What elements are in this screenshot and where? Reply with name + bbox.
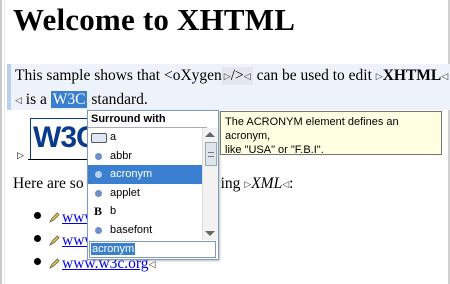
popup-title: Surround with [88, 111, 207, 128]
paragraph-line-2[interactable]: ◁ is a W3C standard. [15, 91, 148, 109]
element-dot-icon [95, 152, 102, 160]
popup-filter-input[interactable]: acronym [89, 241, 216, 258]
tag-start-icon: ▷ [223, 71, 231, 81]
empty-tag-marker[interactable]: ▷/>◁ [221, 67, 253, 85]
popup-item-a[interactable]: a [88, 128, 203, 147]
paragraph-text[interactable]: is a [26, 91, 47, 108]
link-pen-icon [49, 235, 60, 246]
scroll-up-icon[interactable] [205, 132, 215, 137]
popup-item-abbr[interactable]: abbr [88, 147, 203, 166]
popup-element-list[interactable]: a abbr acronym applet Bb basefont [88, 128, 203, 239]
popup-scrollbar[interactable] [202, 128, 218, 240]
paragraph-text[interactable]: This sample shows that <oXygen [15, 67, 222, 84]
scroll-thumb[interactable] [205, 142, 217, 166]
paragraph-text[interactable]: can be used to edit [257, 67, 372, 84]
surround-with-popup[interactable]: Surround with a abbr acronym applet Bb b… [87, 110, 219, 260]
scroll-down-icon[interactable] [205, 231, 215, 236]
bold-text[interactable]: XHTML [383, 67, 442, 84]
selected-text[interactable]: W3C [50, 91, 88, 108]
keyboard-icon [91, 133, 107, 143]
element-dot-icon [95, 189, 102, 197]
w3c-logo-image[interactable]: W3C [30, 118, 98, 160]
element-dot-icon [95, 171, 102, 178]
tooltip-line: The ACRONYM element defines an acronym, [225, 116, 399, 142]
popup-item-b[interactable]: Bb [88, 202, 203, 221]
element-dot-icon [95, 226, 102, 234]
link-pen-icon [49, 212, 60, 223]
tag-end-icon: ◁ [15, 95, 22, 105]
tooltip-line: like "USA" or "F.B.I". [225, 144, 324, 156]
tag-end-icon: ◁ [441, 71, 449, 81]
image-link-underline [28, 159, 92, 160]
page-heading[interactable]: Welcome to XHTML [13, 2, 295, 38]
editor-gutter-line [4, 0, 5, 284]
italic-text[interactable]: XML [251, 175, 282, 192]
popup-item-acronym[interactable]: acronym [88, 165, 203, 184]
element-tooltip: The ACRONYM element defines an acronym, … [220, 111, 442, 156]
paragraph-text[interactable]: ing [221, 175, 241, 192]
tag-end-icon: ◁ [243, 71, 251, 81]
popup-item-applet[interactable]: applet [88, 184, 203, 203]
paragraph-text[interactable]: standard. [91, 91, 147, 108]
bullet-icon [34, 212, 41, 219]
paragraph-line-1[interactable]: This sample shows that <oXygen ▷/>◁ can b… [15, 67, 448, 85]
link-pen-icon [49, 258, 60, 269]
image-tag-icon: ▷ [17, 150, 24, 160]
tag-end-icon: ◁ [148, 259, 156, 269]
bullet-icon [34, 235, 41, 242]
paragraph-text[interactable]: Here are so [13, 175, 84, 192]
bold-icon: B [94, 204, 103, 218]
popup-item-basefont[interactable]: basefont [88, 221, 203, 240]
tag-start-icon: ▷ [375, 71, 383, 81]
editor-left-border [0, 0, 2, 284]
bullet-icon [34, 258, 41, 265]
